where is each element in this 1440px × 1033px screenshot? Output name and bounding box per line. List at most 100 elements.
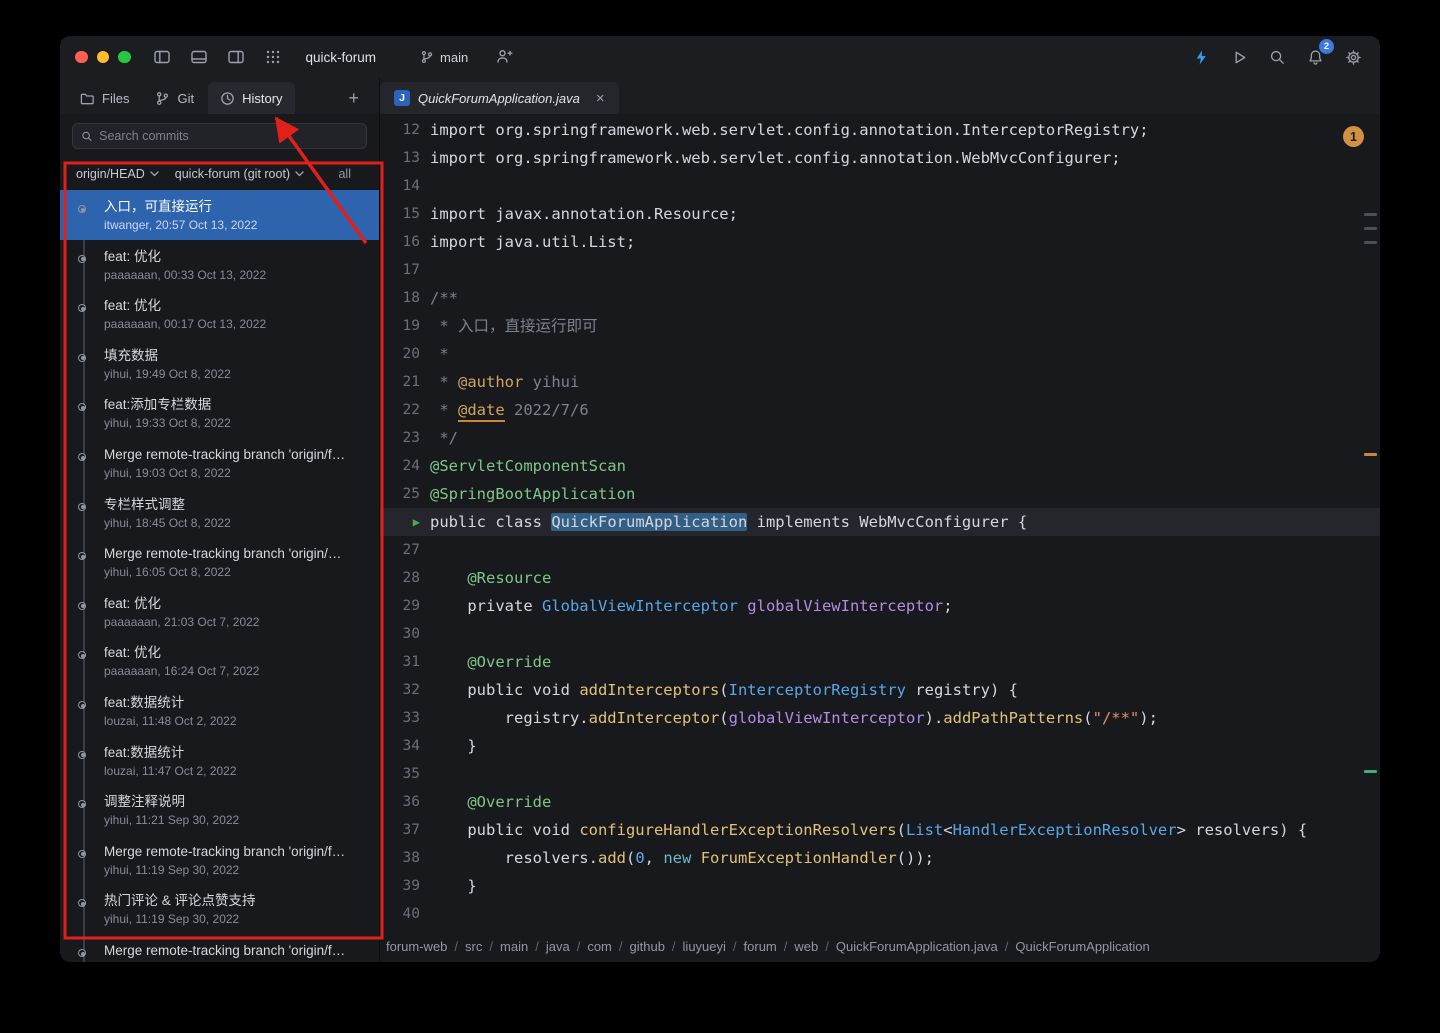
code-line[interactable]: 25@SpringBootApplication [380, 480, 1380, 508]
workspaces-menu-button[interactable] [262, 46, 284, 68]
toggle-left-panel-button[interactable] [151, 46, 173, 68]
toggle-right-panel-button[interactable] [225, 46, 247, 68]
code-line[interactable]: 39 } [380, 872, 1380, 900]
code-text: @Override [420, 788, 551, 816]
breadcrumb-item[interactable]: forum [744, 939, 777, 954]
code-line[interactable]: 12import org.springframework.web.servlet… [380, 116, 1380, 144]
line-number: 21 [380, 368, 420, 396]
code-line[interactable]: 34 } [380, 732, 1380, 760]
line-number: 23 [380, 424, 420, 452]
scope-filter-all[interactable]: all [338, 167, 363, 181]
editor-tab-quickforumapplication[interactable]: J QuickForumApplication.java × [380, 82, 619, 114]
code-text: * @date 2022/7/6 [420, 396, 589, 424]
commit-item[interactable]: feat:添加专栏数据yihui, 19:33 Oct 8, 2022 [60, 388, 379, 438]
commit-item[interactable]: Merge remote-tracking branch 'origin/f… [60, 934, 379, 962]
commit-item[interactable]: feat: 优化paaaaaan, 16:24 Oct 7, 2022 [60, 636, 379, 686]
collaboration-button[interactable] [494, 46, 516, 68]
commit-item[interactable]: feat: 优化paaaaaan, 00:17 Oct 13, 2022 [60, 289, 379, 339]
breadcrumb-item[interactable]: src [465, 939, 482, 954]
scrollbar-mark[interactable] [1364, 241, 1377, 244]
commit-meta: itwanger, 20:57 Oct 13, 2022 [104, 218, 367, 232]
code-line[interactable]: 17 [380, 256, 1380, 284]
code-line[interactable]: 21 * @author yihui [380, 368, 1380, 396]
notifications-button[interactable]: 2 [1304, 46, 1326, 68]
code-line[interactable]: 32 public void addInterceptors(Intercept… [380, 676, 1380, 704]
commit-item[interactable]: feat:数据统计louzai, 11:48 Oct 2, 2022 [60, 686, 379, 736]
code-line[interactable]: 14 [380, 172, 1380, 200]
breadcrumb-item[interactable]: QuickForumApplication.java [836, 939, 998, 954]
search-everywhere-button[interactable] [1266, 46, 1288, 68]
tab-files[interactable]: Files [68, 82, 141, 114]
zoom-window-button[interactable] [118, 51, 131, 64]
breadcrumb-item[interactable]: github [630, 939, 665, 954]
code-line[interactable]: 37 public void configureHandlerException… [380, 816, 1380, 844]
code-line[interactable]: 28 @Resource [380, 564, 1380, 592]
commit-item[interactable]: Merge remote-tracking branch 'origin/f…y… [60, 438, 379, 488]
info-stripe-mark[interactable] [1364, 770, 1377, 773]
commit-item[interactable]: 专栏样式调整yihui, 18:45 Oct 8, 2022 [60, 488, 379, 538]
breadcrumb-item[interactable]: web [794, 939, 818, 954]
root-filter-dropdown[interactable]: quick-forum (git root) [175, 167, 304, 181]
search-icon [81, 130, 93, 143]
code-line[interactable]: 33 registry.addInterceptor(globalViewInt… [380, 704, 1380, 732]
run-config-button[interactable] [1190, 46, 1212, 68]
code-line[interactable]: 23 */ [380, 424, 1380, 452]
code-line[interactable]: 22 * @date 2022/7/6 [380, 396, 1380, 424]
code-line[interactable]: 16import java.util.List; [380, 228, 1380, 256]
code-line[interactable]: 35 [380, 760, 1380, 788]
breadcrumb-item[interactable]: com [587, 939, 612, 954]
run-button[interactable] [1228, 46, 1250, 68]
breadcrumb-item[interactable]: forum-web [386, 939, 447, 954]
commit-node-icon [78, 354, 86, 362]
code-line[interactable]: 38 resolvers.add(0, new ForumExceptionHa… [380, 844, 1380, 872]
run-gutter-icon[interactable]: ▶ [380, 508, 420, 536]
commit-item[interactable]: 入口，可直接运行itwanger, 20:57 Oct 13, 2022 [60, 190, 379, 240]
minimize-window-button[interactable] [97, 51, 110, 64]
breadcrumb-item[interactable]: liuyueyi [683, 939, 726, 954]
add-tool-tab-button[interactable]: + [336, 82, 371, 114]
branch-selector[interactable]: main [420, 50, 468, 65]
tab-history[interactable]: History [208, 82, 294, 114]
scrollbar-mark[interactable] [1364, 213, 1377, 216]
code-line[interactable]: 20 * [380, 340, 1380, 368]
code-line[interactable]: 13import org.springframework.web.servlet… [380, 144, 1380, 172]
commit-item[interactable]: Merge remote-tracking branch 'origin/f…y… [60, 835, 379, 885]
inspection-badge[interactable]: 1 [1343, 126, 1364, 147]
commit-item[interactable]: Merge remote-tracking branch 'origin/…yi… [60, 537, 379, 587]
code-line[interactable]: 15import javax.annotation.Resource; [380, 200, 1380, 228]
breadcrumb-separator: / [825, 939, 829, 954]
commit-item[interactable]: feat:数据统计louzai, 11:47 Oct 2, 2022 [60, 736, 379, 786]
search-commits-box[interactable] [72, 123, 367, 149]
code-line[interactable]: 29 private GlobalViewInterceptor globalV… [380, 592, 1380, 620]
commit-item[interactable]: 热门评论 & 评论点赞支持yihui, 11:19 Sep 30, 2022 [60, 884, 379, 934]
code-editor[interactable]: 12import org.springframework.web.servlet… [380, 114, 1380, 930]
code-line[interactable]: 30 [380, 620, 1380, 648]
commit-item[interactable]: 调整注释说明yihui, 11:21 Sep 30, 2022 [60, 785, 379, 835]
commit-item[interactable]: 填充数据yihui, 19:49 Oct 8, 2022 [60, 339, 379, 389]
tab-git[interactable]: Git [143, 82, 206, 114]
history-filters: origin/HEAD quick-forum (git root) all [60, 158, 379, 190]
toggle-bottom-panel-button[interactable] [188, 46, 210, 68]
code-line[interactable]: ▶public class QuickForumApplication impl… [380, 508, 1380, 536]
commit-item[interactable]: feat: 优化paaaaaan, 00:33 Oct 13, 2022 [60, 240, 379, 290]
scrollbar-mark[interactable] [1364, 227, 1377, 230]
settings-button[interactable] [1342, 46, 1364, 68]
code-line[interactable]: 31 @Override [380, 648, 1380, 676]
code-line[interactable]: 40 [380, 900, 1380, 928]
code-line[interactable]: 19 * 入口，直接运行即可 [380, 312, 1380, 340]
search-commits-input[interactable] [99, 129, 358, 143]
code-line[interactable]: 18/** [380, 284, 1380, 312]
ref-filter-dropdown[interactable]: origin/HEAD [76, 167, 159, 181]
breadcrumb-item[interactable]: java [546, 939, 570, 954]
code-line[interactable]: 27 [380, 536, 1380, 564]
code-line[interactable]: 36 @Override [380, 788, 1380, 816]
close-tab-icon[interactable]: × [596, 90, 605, 107]
code-line[interactable]: 24@ServletComponentScan [380, 452, 1380, 480]
commit-item[interactable]: feat: 优化paaaaaan, 21:03 Oct 7, 2022 [60, 587, 379, 637]
close-window-button[interactable] [75, 51, 88, 64]
breadcrumb-item[interactable]: main [500, 939, 528, 954]
code-text: public void addInterceptors(InterceptorR… [420, 676, 1018, 704]
workspace-title[interactable]: quick-forum [306, 50, 377, 65]
breadcrumb-item[interactable]: QuickForumApplication [1015, 939, 1149, 954]
warning-stripe-mark[interactable] [1364, 453, 1377, 456]
